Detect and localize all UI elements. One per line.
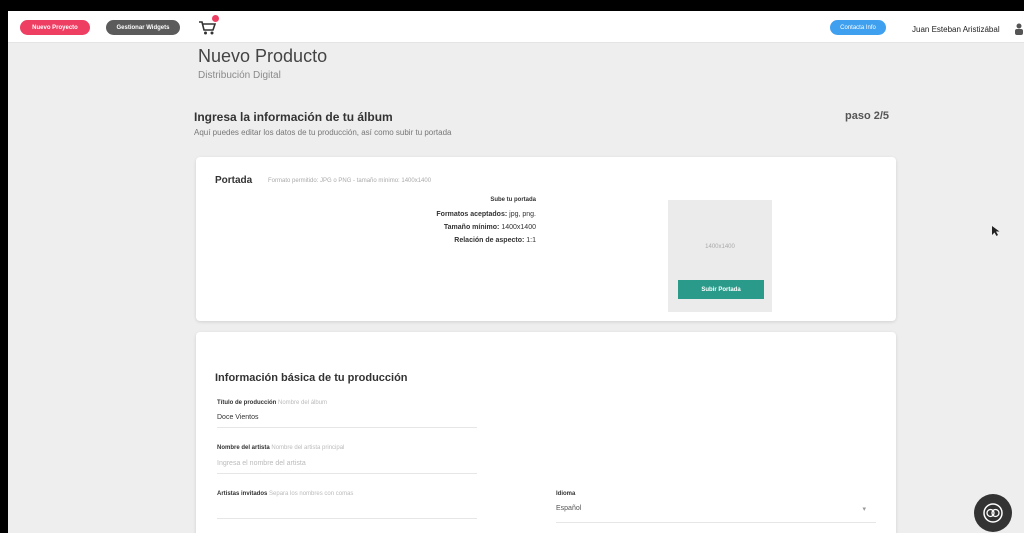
upload-hint: Sube tu portada (490, 197, 536, 203)
production-title-input[interactable]: Doce Vientos (217, 414, 477, 428)
cover-title: Portada (215, 175, 253, 186)
section-description: Aquí puedes editar los datos de tu produ… (194, 128, 452, 137)
cover-hint: Formato permitido: JPG o PNG - tamaño mí… (268, 178, 432, 184)
user-name[interactable]: Juan Esteban Aristizábal (912, 25, 1000, 34)
manage-widgets-button[interactable]: Gestionar Widgets (106, 20, 180, 35)
page: Nuevo Proyecto Gestionar Widgets Contact… (8, 11, 1024, 533)
page-subtitle: Distribución Digital (198, 70, 281, 81)
contact-button[interactable]: Contacta Info (830, 20, 886, 35)
user-menu-icon[interactable] (1014, 23, 1024, 35)
new-project-button[interactable]: Nuevo Proyecto (20, 20, 90, 35)
page-title: Nuevo Producto (198, 46, 328, 66)
guests-input[interactable] (217, 505, 477, 519)
cover-preview-size: 1400x1400 (705, 244, 735, 250)
upload-cover-button[interactable]: Subir Portada (678, 280, 764, 299)
aspect-spec: Relación de aspecto: 1:1 (454, 237, 536, 244)
production-title-label: Título de producción Nombre del álbum (217, 400, 328, 406)
artist-label: Nombre del artista Nombre del artista pr… (217, 445, 345, 451)
basic-info-title: Información básica de tu producción (215, 372, 408, 384)
guests-label: Artistas invitados Separa los nombres co… (217, 491, 354, 497)
section-title: Ingresa la información de tu álbum (194, 110, 393, 124)
cart-icon[interactable] (198, 20, 218, 36)
language-value: Español (556, 505, 582, 512)
cover-card: Portada Formato permitido: JPG o PNG - t… (196, 157, 896, 321)
top-bar: Nuevo Proyecto Gestionar Widgets Contact… (8, 11, 1024, 43)
basic-info-card: Información básica de tu producción Títu… (196, 332, 896, 533)
chat-logo-icon (983, 503, 1003, 523)
language-select[interactable]: Español ▾ (556, 505, 876, 523)
chat-widget-button[interactable] (974, 494, 1012, 532)
step-indicator: paso 2/5 (845, 110, 890, 122)
mouse-cursor-icon (992, 226, 1000, 236)
language-label: Idioma (556, 491, 576, 497)
chevron-down-icon: ▾ (862, 506, 866, 513)
min-size-spec: Tamaño mínimo: 1400x1400 (443, 224, 536, 231)
formats-spec: Formatos aceptados: jpg, png. (436, 211, 536, 218)
cart-badge (212, 15, 219, 22)
artist-input[interactable]: Ingresa el nombre del artista (217, 460, 477, 474)
